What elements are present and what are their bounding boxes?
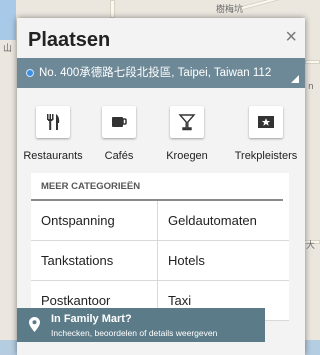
category-item-geldautomaten[interactable]: Geldautomaten [158, 201, 289, 241]
toast-subtitle: Inchecken, beoordelen of details weergev… [51, 328, 218, 338]
category-bars[interactable]: Kroegen [157, 106, 217, 162]
dialog-title: Plaatsen [28, 29, 111, 51]
category-item-hotels[interactable]: Hotels [158, 241, 289, 281]
location-dot-icon [26, 69, 34, 77]
location-selector[interactable]: No. 400承德路七段北投區, Taipei, Taiwan 112 [17, 58, 305, 88]
restaurant-icon [36, 106, 70, 138]
toast-title: In Family Mart? [51, 313, 132, 325]
dropdown-corner-icon [291, 75, 299, 83]
map-label: 山 [3, 44, 13, 54]
more-categories-header: MEER CATEGORIEËN [31, 173, 283, 201]
category-item-ontspanning[interactable]: Ontspanning [31, 201, 158, 241]
location-text: No. 400承德路七段北投區, Taipei, Taiwan 112 [39, 67, 272, 79]
more-categories-panel: MEER CATEGORIEËN Ontspanning Geldautomat… [31, 173, 289, 321]
more-categories-grid: Ontspanning Geldautomaten Tankstations H… [31, 201, 289, 321]
bar-icon [170, 106, 204, 138]
close-icon[interactable]: × [285, 27, 297, 47]
category-label: Restaurants [23, 150, 83, 162]
category-restaurants[interactable]: Restaurants [23, 106, 83, 162]
category-cafes[interactable]: Cafés [89, 106, 149, 162]
category-label: Trekpleisters [234, 150, 298, 162]
dialog-header: Plaatsen × [17, 18, 305, 58]
map-label: 樹梅坑 [216, 5, 244, 15]
category-label: Cafés [104, 150, 134, 162]
category-attractions[interactable]: Trekpleisters [231, 106, 301, 162]
category-row: Restaurants Cafés Kroegen Trekpleisters [17, 106, 305, 166]
map-label: 大 [306, 241, 316, 251]
location-pin-icon [29, 317, 40, 332]
map-label: n [308, 82, 314, 92]
checkin-toast[interactable]: In Family Mart? Inchecken, beoordelen of… [17, 308, 265, 342]
attraction-icon [249, 106, 283, 138]
category-label: Kroegen [166, 150, 208, 162]
cafe-icon [102, 106, 136, 138]
places-dialog: Plaatsen × No. 400承德路七段北投區, Taipei, Taiw… [17, 18, 305, 355]
category-item-tankstations[interactable]: Tankstations [31, 241, 158, 281]
